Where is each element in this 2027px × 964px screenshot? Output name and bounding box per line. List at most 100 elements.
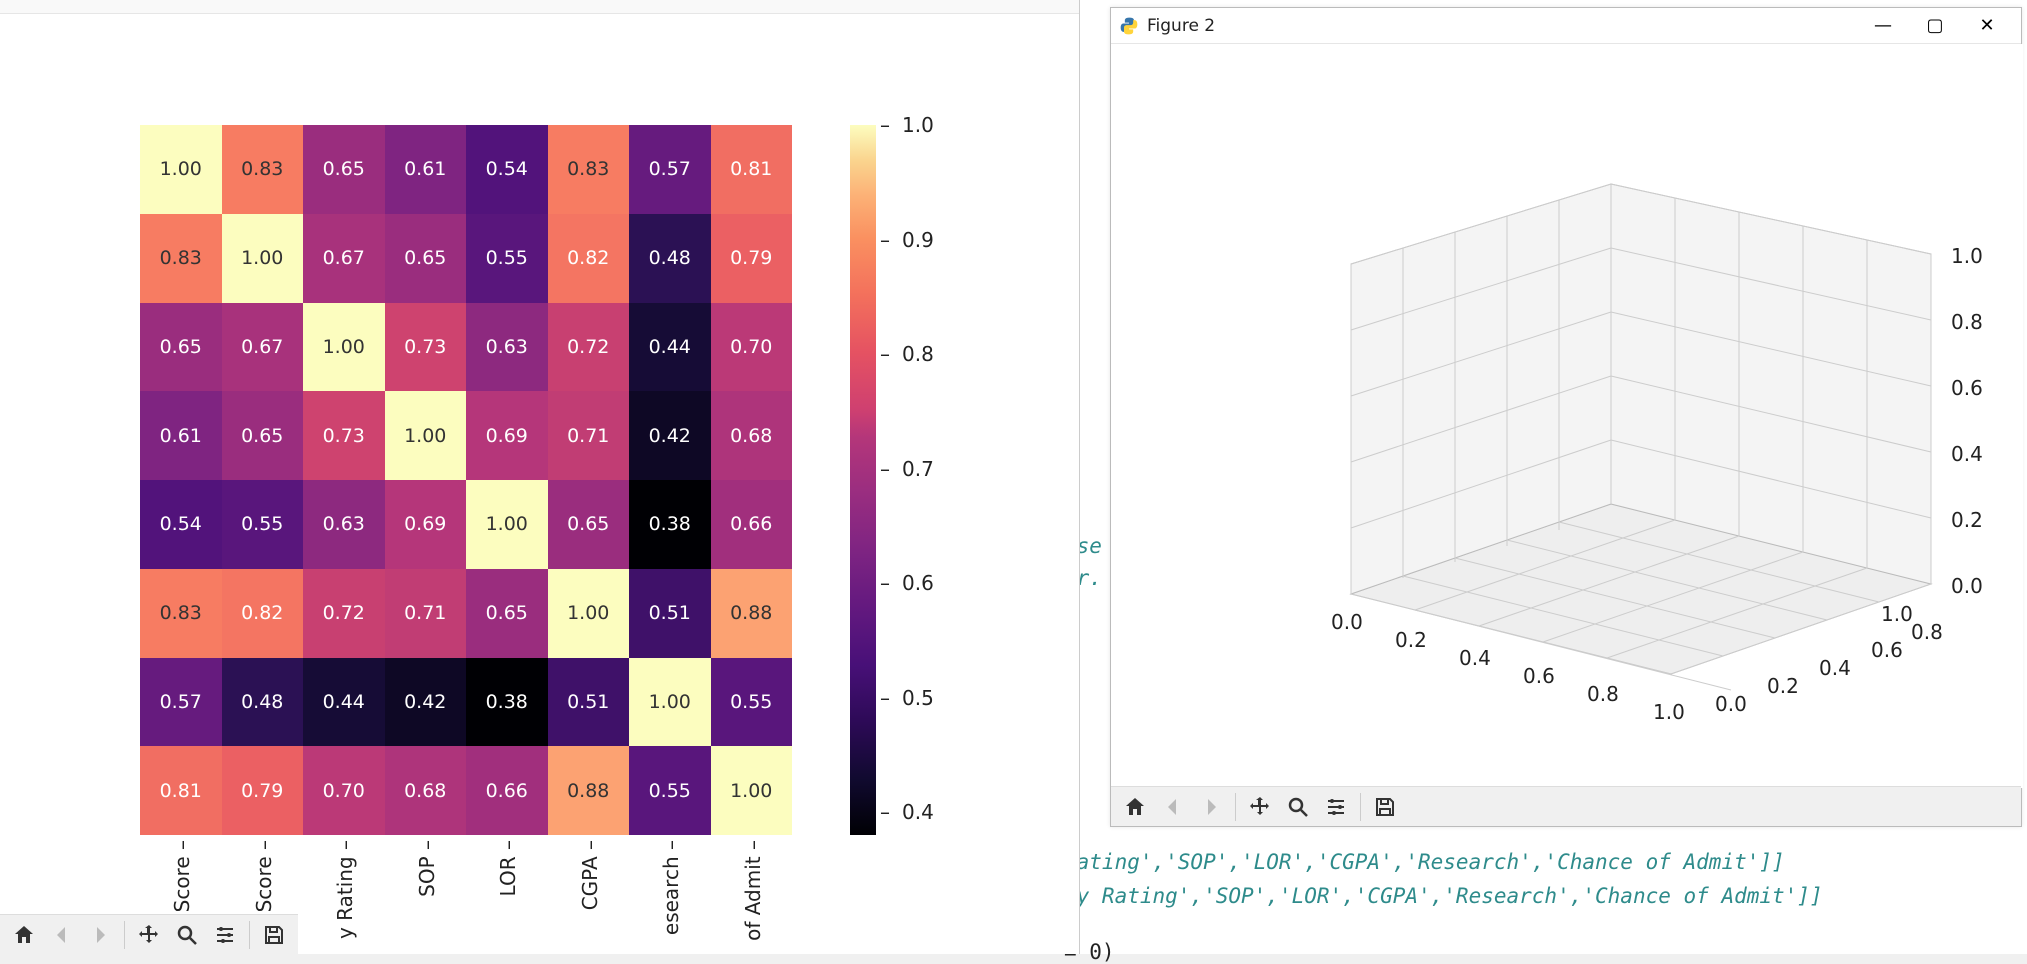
figure1-toolbar xyxy=(0,914,298,954)
heatmap-cell: 0.65 xyxy=(385,214,467,303)
heatmap-cell: 0.65 xyxy=(222,391,304,480)
zoom-button[interactable] xyxy=(169,917,205,953)
colorbar-tick: 0.8 xyxy=(880,342,934,366)
heatmap-cell: 0.67 xyxy=(303,214,385,303)
home-button[interactable] xyxy=(1117,789,1153,825)
heatmap-cell: 0.88 xyxy=(711,569,793,658)
heatmap-cell: 0.65 xyxy=(548,480,630,569)
heatmap-cell: 0.54 xyxy=(140,480,222,569)
x-axis-label: SOP – xyxy=(415,840,439,897)
y-tick: 0.6 xyxy=(1871,638,1903,662)
heatmap-cell: 1.00 xyxy=(711,746,793,835)
arrow-left-icon xyxy=(1161,795,1185,819)
heatmap-cell: 0.65 xyxy=(140,303,222,392)
heatmap-cell: 0.65 xyxy=(466,569,548,658)
code-fragment: Rating','SOP','LOR','CGPA','Research','C… xyxy=(1064,850,1785,874)
save-button[interactable] xyxy=(256,917,292,953)
z-tick: 0.4 xyxy=(1951,442,1983,466)
z-tick: 0.0 xyxy=(1951,574,1983,598)
figure2-toolbar xyxy=(1111,786,2021,826)
colorbar-tick: 1.0 xyxy=(880,113,934,137)
heatmap-cell: 1.00 xyxy=(548,569,630,658)
figure2-title: Figure 2 xyxy=(1147,16,1857,36)
heatmap-cell: 0.70 xyxy=(303,746,385,835)
heatmap-cell: 0.82 xyxy=(222,569,304,658)
heatmap-cell: 0.68 xyxy=(711,391,793,480)
heatmap-cell: 0.51 xyxy=(629,569,711,658)
toolbar-separator xyxy=(1360,793,1361,821)
toolbar-separator xyxy=(124,921,125,949)
save-icon xyxy=(1373,795,1397,819)
x-axis-label: CGPA – xyxy=(578,840,602,910)
save-icon xyxy=(262,923,286,947)
heatmap-cell: 0.72 xyxy=(303,569,385,658)
forward-button[interactable] xyxy=(1193,789,1229,825)
heatmap-cell: 0.42 xyxy=(629,391,711,480)
correlation-heatmap: 1.000.830.650.610.540.830.570.810.831.00… xyxy=(140,125,792,835)
minimize-button[interactable]: — xyxy=(1857,8,1909,44)
heatmap-cell: 1.00 xyxy=(303,303,385,392)
heatmap-cell: 0.57 xyxy=(140,658,222,747)
figure2-plot-area[interactable]: 0.0 0.2 0.4 0.6 0.8 1.0 0.0 0.2 0.4 0.6 … xyxy=(1111,44,2023,788)
heatmap-cell: 0.57 xyxy=(629,125,711,214)
figure2-window: Figure 2 — ▢ ✕ xyxy=(1110,7,2022,827)
y-tick: 0.0 xyxy=(1715,692,1747,716)
heatmap-cell: 0.81 xyxy=(711,125,793,214)
configure-button[interactable] xyxy=(207,917,243,953)
heatmap-cell: 0.79 xyxy=(222,746,304,835)
configure-button[interactable] xyxy=(1318,789,1354,825)
heatmap-cell: 0.69 xyxy=(385,480,467,569)
sliders-icon xyxy=(213,923,237,947)
save-button[interactable] xyxy=(1367,789,1403,825)
z-tick: 0.2 xyxy=(1951,508,1983,532)
maximize-icon: ▢ xyxy=(1926,15,1943,36)
heatmap-cell: 1.00 xyxy=(385,391,467,480)
x-axis-label: of Admit – xyxy=(741,840,765,941)
heatmap-cell: 0.66 xyxy=(711,480,793,569)
heatmap-cell: 1.00 xyxy=(466,480,548,569)
heatmap-cell: 0.61 xyxy=(140,391,222,480)
empty-3d-axes: 0.0 0.2 0.4 0.6 0.8 1.0 0.0 0.2 0.4 0.6 … xyxy=(1251,164,1991,724)
heatmap-cell: 0.55 xyxy=(711,658,793,747)
heatmap-cell: 1.00 xyxy=(140,125,222,214)
heatmap-cell: 0.61 xyxy=(385,125,467,214)
home-button[interactable] xyxy=(6,917,42,953)
x-axis-label: esearch – xyxy=(659,840,683,935)
heatmap-cell: 0.71 xyxy=(548,391,630,480)
heatmap-cell: 0.63 xyxy=(303,480,385,569)
code-fragment: ty Rating','SOP','LOR','CGPA','Research'… xyxy=(1064,884,1823,908)
close-icon: ✕ xyxy=(1979,15,1994,36)
home-icon xyxy=(12,923,36,947)
pan-button[interactable] xyxy=(1242,789,1278,825)
heatmap-cell: 0.88 xyxy=(548,746,630,835)
colorbar xyxy=(850,125,876,835)
back-button[interactable] xyxy=(1155,789,1191,825)
x-tick: 0.6 xyxy=(1523,664,1555,688)
close-button[interactable]: ✕ xyxy=(1961,8,2013,44)
heatmap-cell: 0.51 xyxy=(548,658,630,747)
back-button[interactable] xyxy=(44,917,80,953)
colorbar-tick: 0.5 xyxy=(880,686,934,710)
zoom-button[interactable] xyxy=(1280,789,1316,825)
heatmap-cell: 0.66 xyxy=(466,746,548,835)
forward-button[interactable] xyxy=(82,917,118,953)
figure2-titlebar[interactable]: Figure 2 — ▢ ✕ xyxy=(1111,8,2021,44)
figure1-window: GRE Score –OEFL Score –sity Rating –SOP … xyxy=(0,0,1080,954)
heatmap-cell: 0.44 xyxy=(629,303,711,392)
heatmap-cell: 0.48 xyxy=(222,658,304,747)
toolbar-separator xyxy=(249,921,250,949)
heatmap-cell: 0.69 xyxy=(466,391,548,480)
maximize-button[interactable]: ▢ xyxy=(1909,8,1961,44)
x-tick: 0.8 xyxy=(1587,682,1619,706)
heatmap-cell: 0.73 xyxy=(303,391,385,480)
x-axis-label: y Rating – xyxy=(333,840,357,939)
figure1-titlebar[interactable] xyxy=(0,0,1079,14)
heatmap-cell: 0.38 xyxy=(466,658,548,747)
colorbar-tick: 0.6 xyxy=(880,571,934,595)
x-tick: 0.2 xyxy=(1395,628,1427,652)
heatmap-cell: 0.70 xyxy=(711,303,793,392)
z-tick: 1.0 xyxy=(1951,244,1983,268)
heatmap-cell: 0.83 xyxy=(222,125,304,214)
pan-button[interactable] xyxy=(131,917,167,953)
arrow-right-icon xyxy=(88,923,112,947)
